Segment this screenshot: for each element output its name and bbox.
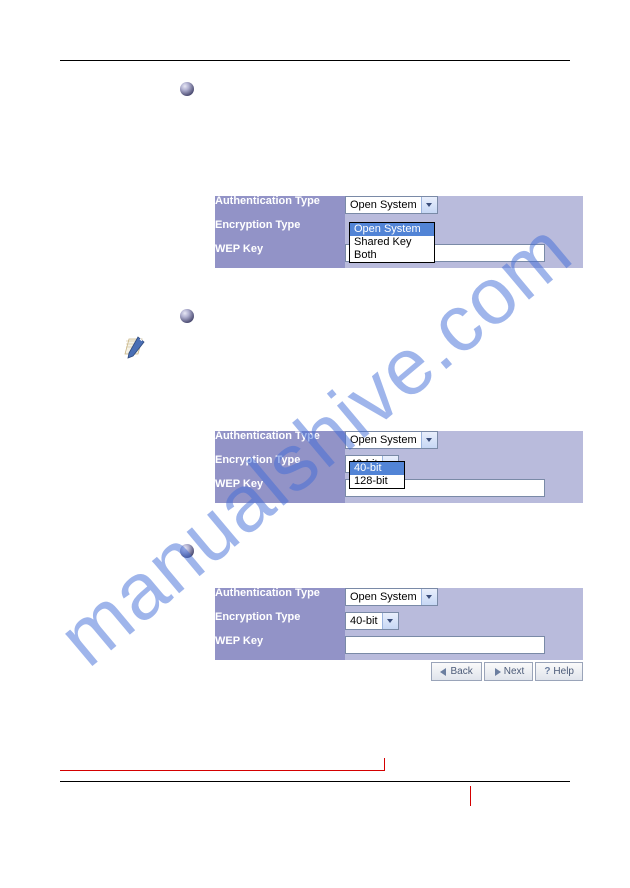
encryption-type-label: Encryption Type — [215, 220, 345, 244]
auth-type-label: Authentication Type — [215, 196, 345, 220]
wep-key-label: WEP Key — [215, 244, 345, 268]
chevron-down-icon — [421, 197, 437, 213]
sphere-icon — [180, 82, 194, 96]
top-rule — [60, 60, 570, 61]
auth-type-label: Authentication Type — [215, 588, 345, 612]
wep-key-label: WEP Key — [215, 636, 345, 660]
config-panel-3: Authentication Type Open System Encrypti… — [215, 588, 583, 660]
auth-type-label: Authentication Type — [215, 431, 345, 455]
back-button[interactable]: Back — [431, 662, 482, 681]
note-icon — [120, 333, 148, 361]
annotation-line — [384, 758, 385, 771]
chevron-down-icon — [421, 432, 437, 448]
dropdown-option[interactable]: 128-bit — [350, 475, 404, 488]
dropdown-option[interactable]: 40-bit — [350, 462, 404, 475]
auth-type-select[interactable]: Open System — [345, 588, 438, 606]
chevron-down-icon — [382, 613, 398, 629]
dropdown-option[interactable]: Open System — [350, 223, 434, 236]
next-button[interactable]: Next — [484, 662, 534, 681]
dropdown-option[interactable]: Shared Key — [350, 236, 434, 249]
encryption-type-label: Encryption Type — [215, 455, 345, 479]
dropdown-option[interactable]: Both — [350, 249, 434, 262]
annotation-line — [470, 786, 471, 806]
triangle-right-icon — [493, 668, 501, 676]
question-icon: ? — [544, 666, 550, 677]
help-button[interactable]: ? Help — [535, 662, 583, 681]
config-panel-1: Authentication Type Open System Encrypti… — [215, 196, 583, 268]
sphere-icon — [180, 544, 194, 558]
wep-key-input[interactable] — [345, 636, 545, 654]
config-panel-2: Authentication Type Open System Encrypti… — [215, 431, 583, 503]
chevron-down-icon — [421, 589, 437, 605]
bottom-rule — [60, 781, 570, 782]
auth-type-dropdown-list[interactable]: Open System Shared Key Both — [349, 222, 435, 263]
auth-type-select[interactable]: Open System — [345, 431, 438, 449]
wep-key-label: WEP Key — [215, 479, 345, 503]
triangle-left-icon — [440, 668, 448, 676]
encryption-type-label: Encryption Type — [215, 612, 345, 636]
encryption-type-dropdown-list[interactable]: 40-bit 128-bit — [349, 461, 405, 489]
sphere-icon — [180, 309, 194, 323]
auth-type-select[interactable]: Open System — [345, 196, 438, 214]
annotation-line — [60, 770, 385, 771]
encryption-type-select[interactable]: 40-bit — [345, 612, 399, 630]
button-row: Back Next ? Help — [215, 662, 583, 681]
